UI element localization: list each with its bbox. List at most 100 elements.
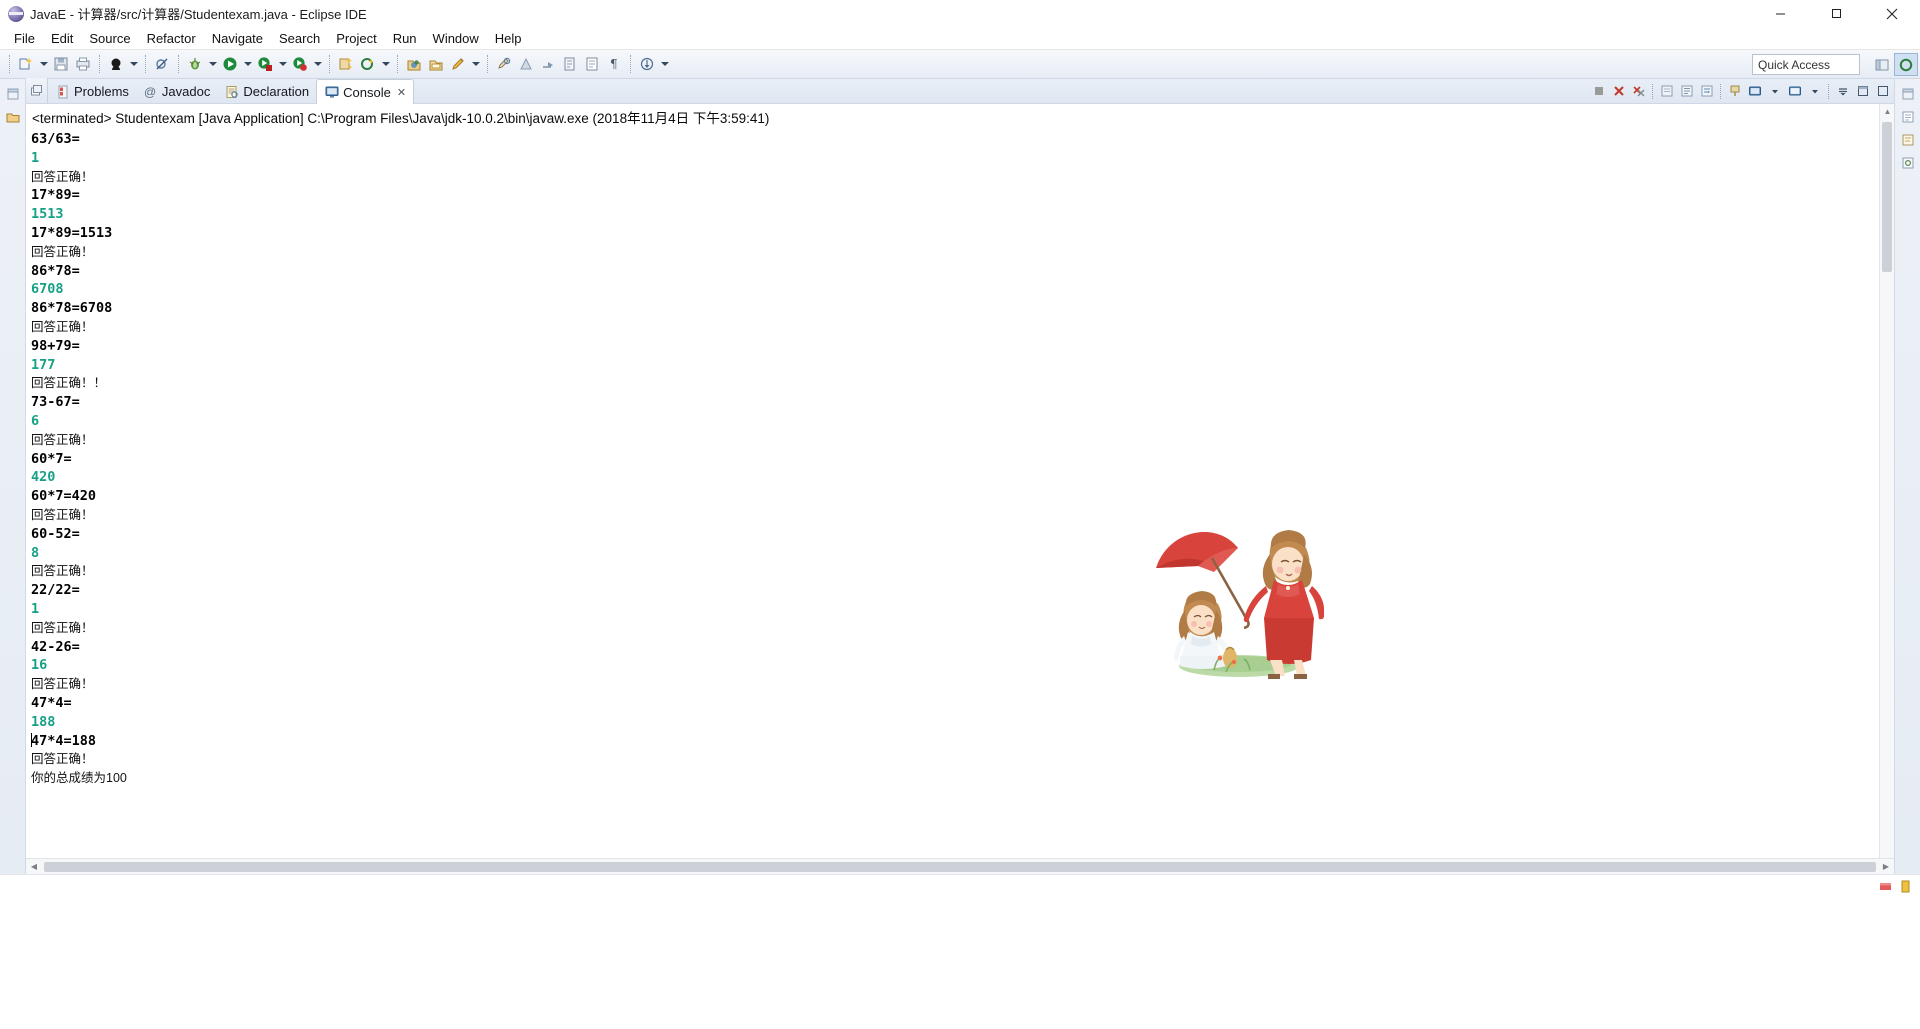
console-line: 1513	[31, 206, 64, 223]
console-horizontal-scrollbar[interactable]: ◀ ▶	[26, 858, 1894, 874]
tab-declaration[interactable]: Declaration	[217, 80, 316, 103]
forward-icon[interactable]	[581, 53, 603, 75]
main-toolbar: ¶ Quick Access	[0, 50, 1920, 79]
scroll-right-arrow-icon[interactable]: ▶	[1878, 859, 1894, 875]
task-list-icon[interactable]	[1899, 131, 1917, 149]
view-toolbar-separator	[1828, 83, 1829, 99]
type-hierarchy-icon[interactable]	[1899, 154, 1917, 172]
remove-launch-icon[interactable]	[1609, 81, 1628, 101]
quick-access-input[interactable]: Quick Access	[1752, 54, 1860, 75]
new-wizard-icon[interactable]	[15, 53, 37, 75]
new-wizard-dropdown-arrow[interactable]	[37, 53, 50, 75]
console-line: 你的总成绩为100	[31, 771, 127, 786]
debug-bug-icon[interactable]	[184, 53, 206, 75]
previous-annotation-icon[interactable]	[515, 53, 537, 75]
close-icon[interactable]: ✕	[397, 86, 406, 99]
annotation-icon[interactable]	[447, 53, 469, 75]
word-wrap-icon[interactable]	[1697, 81, 1716, 101]
pilcrow-icon[interactable]: ¶	[603, 53, 625, 75]
toolbar-separator	[178, 55, 179, 73]
console-line: 177	[31, 356, 56, 373]
external-tools-icon[interactable]	[289, 53, 311, 75]
save-icon[interactable]	[50, 53, 72, 75]
two-girls-with-umbrella-illustration	[1156, 530, 1324, 679]
minimize-view-icon[interactable]	[1853, 81, 1872, 101]
menu-navigate[interactable]: Navigate	[204, 29, 271, 48]
scroll-up-arrow-icon[interactable]: ▲	[1880, 104, 1895, 119]
outline-view-icon[interactable]	[1899, 108, 1917, 126]
menu-edit[interactable]: Edit	[43, 29, 81, 48]
back-icon[interactable]	[559, 53, 581, 75]
run-coverage-dropdown-arrow[interactable]	[276, 53, 289, 75]
run-icon[interactable]	[219, 53, 241, 75]
menu-help[interactable]: Help	[487, 29, 530, 48]
chevron-down-icon[interactable]	[1805, 81, 1824, 101]
console-line: 回答正确！	[31, 564, 94, 579]
pin-console-icon[interactable]	[1725, 81, 1744, 101]
console-output-area[interactable]: <terminated> Studentexam [Java Applicati…	[26, 104, 1879, 858]
clear-console-icon[interactable]	[1657, 81, 1676, 101]
debug-dropdown-arrow[interactable]	[206, 53, 219, 75]
vertical-scroll-thumb[interactable]	[1882, 122, 1892, 272]
maximize-view-icon[interactable]	[1873, 81, 1892, 101]
console-line: 1	[31, 149, 40, 166]
menu-file[interactable]: File	[6, 29, 43, 48]
last-edit-location-icon[interactable]	[493, 53, 515, 75]
new-java-class-dropdown-arrow[interactable]	[379, 53, 392, 75]
display-selected-console-icon[interactable]	[1745, 81, 1764, 101]
console-line: 16	[31, 657, 48, 674]
maximize-button[interactable]	[1808, 0, 1864, 27]
console-vertical-scrollbar[interactable]: ▲	[1879, 104, 1894, 858]
toolbar-separator	[145, 55, 146, 73]
menu-run[interactable]: Run	[385, 29, 425, 48]
skip-breakpoints-icon[interactable]	[151, 53, 173, 75]
open-perspective-button[interactable]	[1870, 53, 1894, 76]
new-java-package-icon[interactable]	[335, 53, 357, 75]
minimize-button[interactable]	[1752, 0, 1808, 27]
menu-refactor[interactable]: Refactor	[139, 29, 204, 48]
new-java-class-icon[interactable]	[357, 53, 379, 75]
next-annotation-icon[interactable]	[537, 53, 559, 75]
tab-problems[interactable]: Problems	[48, 80, 136, 103]
annotation-dropdown-arrow[interactable]	[469, 53, 482, 75]
progress-indicator-icon[interactable]	[1898, 880, 1912, 894]
perspective-java-button[interactable]	[1894, 53, 1918, 76]
scroll-lock-icon[interactable]	[1677, 81, 1696, 101]
package-explorer-minimized-icon[interactable]	[4, 108, 22, 126]
remove-all-terminated-icon[interactable]	[1629, 81, 1648, 101]
download-dropdown-arrow[interactable]	[658, 53, 671, 75]
right-fast-view-bar	[1894, 79, 1920, 874]
download-icon[interactable]	[636, 53, 658, 75]
toggle-mark-occurrences-icon[interactable]	[105, 53, 127, 75]
open-type-icon[interactable]	[403, 53, 425, 75]
declaration-icon	[224, 84, 239, 99]
status-bar	[0, 874, 1920, 898]
menu-project[interactable]: Project	[328, 29, 384, 48]
terminate-icon[interactable]	[1589, 81, 1608, 101]
run-coverage-icon[interactable]	[254, 53, 276, 75]
tab-console[interactable]: Console ✕	[316, 79, 415, 104]
console-line: 回答正确！	[31, 752, 94, 767]
restore-outline-icon[interactable]	[1899, 85, 1917, 103]
menu-source[interactable]: Source	[81, 29, 138, 48]
restore-package-explorer-icon[interactable]	[4, 85, 22, 103]
tab-javadoc[interactable]: @ Javadoc	[136, 80, 217, 103]
menu-search[interactable]: Search	[271, 29, 328, 48]
text-caret	[31, 732, 32, 747]
run-dropdown-arrow[interactable]	[241, 53, 254, 75]
scroll-left-arrow-icon[interactable]: ◀	[26, 859, 42, 875]
chevron-down-icon[interactable]	[1765, 81, 1784, 101]
eclipse-logo-icon	[8, 5, 24, 22]
restore-view-button[interactable]	[26, 78, 48, 103]
mark-occurrences-dropdown-arrow[interactable]	[127, 53, 140, 75]
console-line: 1	[31, 600, 40, 617]
close-button[interactable]	[1864, 0, 1920, 27]
horizontal-scroll-thumb[interactable]	[44, 862, 1876, 872]
external-tools-dropdown-arrow[interactable]	[311, 53, 324, 75]
open-console-icon[interactable]	[1785, 81, 1804, 101]
view-menu-icon[interactable]	[1833, 81, 1852, 101]
console-line: 回答正确！！	[31, 376, 107, 391]
print-icon[interactable]	[72, 53, 94, 75]
menu-window[interactable]: Window	[425, 29, 487, 48]
search-folder-icon[interactable]	[425, 53, 447, 75]
